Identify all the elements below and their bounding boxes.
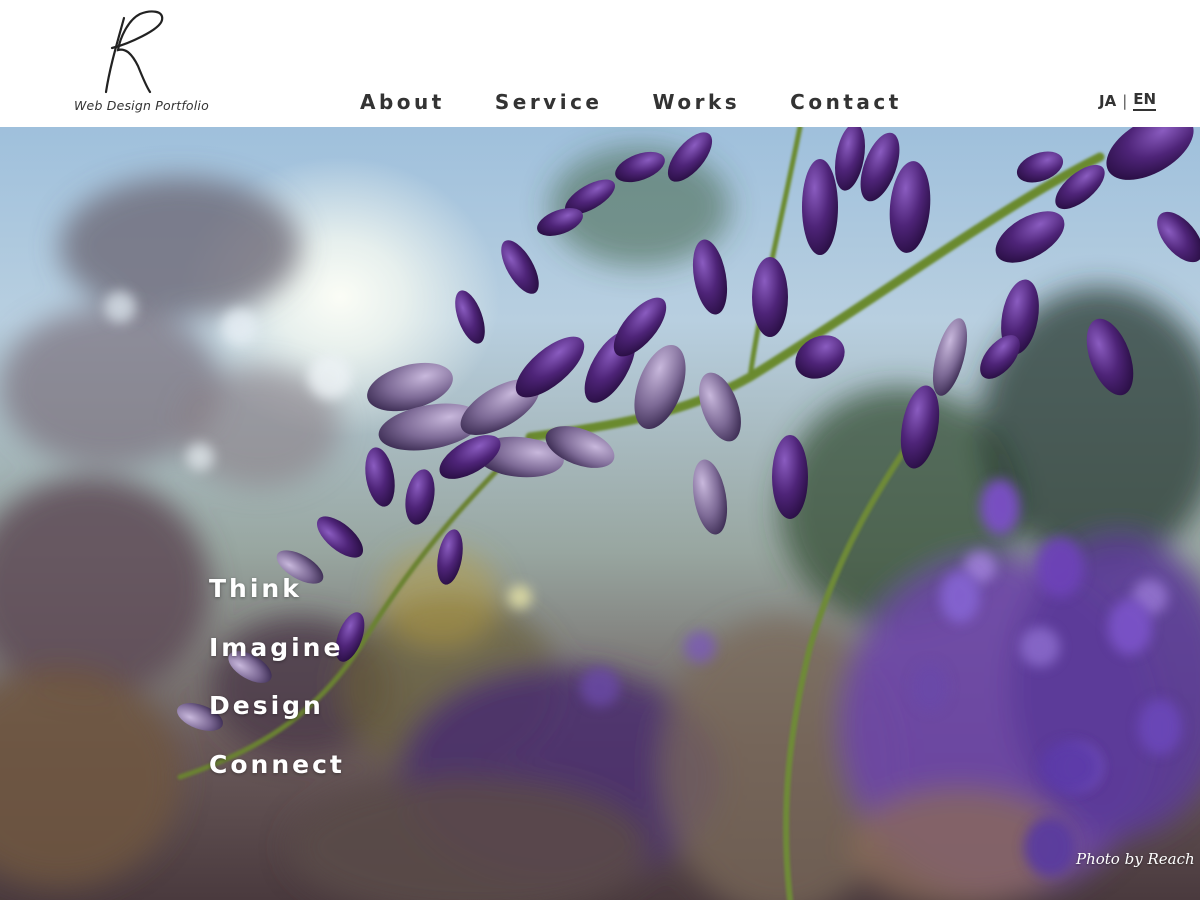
- nav-item-about[interactable]: About: [360, 88, 445, 116]
- main-nav: About Service Works Contact: [360, 88, 902, 116]
- lang-en-link[interactable]: EN: [1133, 90, 1157, 111]
- photo-credit: Photo by Reach: [1076, 850, 1195, 868]
- lang-separator: |: [1122, 91, 1128, 110]
- wisteria-photo-image: [0, 127, 1200, 900]
- lang-ja-link[interactable]: JA: [1099, 92, 1116, 110]
- site-logo[interactable]: Web Design Portfolio: [70, 8, 209, 118]
- hero-section: Think Imagine Design Connect Photo by Re…: [0, 127, 1200, 900]
- monogram-logo-icon: [104, 10, 164, 94]
- nav-item-works[interactable]: Works: [653, 88, 741, 116]
- logo-tagline: Web Design Portfolio: [74, 98, 209, 113]
- language-switcher: JA | EN: [1099, 90, 1157, 111]
- tagline-connect: Connect: [209, 749, 345, 779]
- nav-item-service[interactable]: Service: [495, 88, 603, 116]
- hero-taglines: Think Imagine Design Connect: [209, 572, 345, 806]
- nav-item-contact[interactable]: Contact: [790, 88, 902, 116]
- tagline-design: Design: [209, 691, 324, 720]
- site-header: Web Design Portfolio About Service Works…: [0, 0, 1200, 127]
- tagline-think: Think: [209, 574, 302, 603]
- tagline-imagine: Imagine: [209, 632, 344, 662]
